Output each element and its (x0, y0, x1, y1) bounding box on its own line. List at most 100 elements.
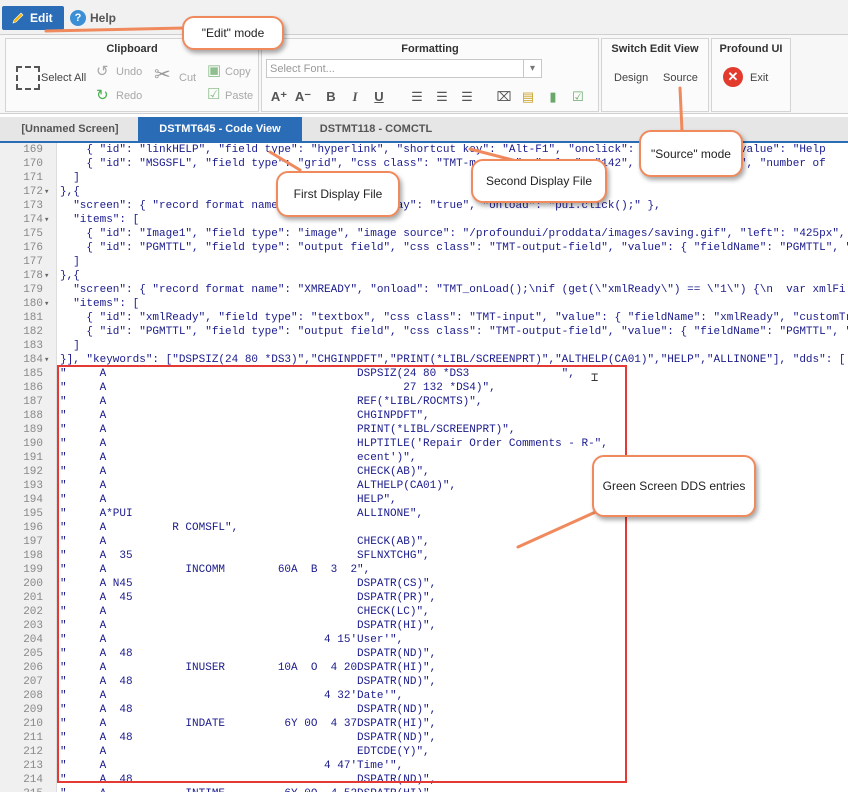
switch-edit-view-group: Switch Edit View Design Source (601, 38, 709, 112)
code-line: 180 ▾ "items": [ (0, 297, 848, 311)
background-color-icon[interactable]: ▮ (544, 89, 562, 105)
code-text: { "id": "PGMTTL", "field type": "output … (60, 242, 848, 254)
line-number: 202 (23, 606, 43, 618)
line-number: 176 (23, 242, 43, 254)
top-menu-bar: Edit ? Help (0, 0, 848, 35)
line-number: 169 (23, 144, 43, 156)
callout-green-screen-dds: Green Screen DDS entries (592, 455, 756, 517)
line-number: 205 (23, 648, 43, 660)
code-line: 181 { "id": "xmlReady", "field type": "t… (0, 311, 848, 325)
callout-first-display-file: First Display File (276, 171, 400, 217)
italic-icon[interactable]: I (346, 89, 364, 105)
cut-button[interactable]: Cut (179, 72, 196, 84)
line-number: 172 (23, 186, 43, 198)
line-number: 173 (23, 200, 43, 212)
bold-icon[interactable]: B (322, 89, 340, 104)
code-line: 173 "screen": { "record format name": "D… (0, 199, 848, 213)
line-number: 179 (23, 284, 43, 296)
design-view-button[interactable]: Design (614, 72, 648, 84)
line-number: 200 (23, 578, 43, 590)
line-number: 186 (23, 382, 43, 394)
line-number: 199 (23, 564, 43, 576)
line-number: 212 (23, 746, 43, 758)
line-number: 196 (23, 522, 43, 534)
clear-format-icon[interactable]: ⌧ (495, 89, 513, 105)
code-text: ] (60, 340, 80, 352)
undo-button[interactable]: Undo (116, 66, 142, 78)
profound-ui-group: Profound UI ✕ Exit (711, 38, 791, 112)
help-menu-tab[interactable]: ? Help (68, 6, 128, 30)
line-number: 197 (23, 536, 43, 548)
line-number: 187 (23, 396, 43, 408)
line-number: 183 (23, 340, 43, 352)
line-number: 203 (23, 620, 43, 632)
dds-highlight-box (57, 365, 627, 783)
text-color-icon[interactable]: ▤ (519, 89, 537, 105)
fold-toggle-icon[interactable]: ▾ (44, 297, 54, 311)
line-number: 191 (23, 452, 43, 464)
paste-button[interactable]: Paste (225, 90, 253, 102)
code-text: },{ (60, 270, 80, 282)
fold-toggle-icon[interactable]: ▾ (44, 269, 54, 283)
align-left-icon[interactable]: ☰ (408, 89, 426, 105)
tab-dstmt645-code-view[interactable]: DSTMT645 - Code View (138, 117, 302, 141)
tab-dstmt118-comctl[interactable]: DSTMT118 - COMCTL (306, 117, 446, 141)
profound-ui-title: Profound UI (719, 43, 783, 55)
code-text: " A INTIME 6Y 0O 4 52DSPATR(HI)", (60, 787, 436, 792)
line-number: 189 (23, 424, 43, 436)
chevron-down-icon[interactable]: ▾ (523, 60, 541, 77)
code-text: { "id": "PGMTTL", "field type": "output … (60, 326, 848, 338)
code-line: 215 " A INTIME 6Y 0O 4 52DSPATR(HI)", (0, 787, 848, 792)
close-icon[interactable]: ✕ (723, 67, 743, 87)
redo-icon: ↻ (96, 87, 109, 104)
code-line: 182 { "id": "PGMTTL", "field type": "out… (0, 325, 848, 339)
line-number: 182 (23, 326, 43, 338)
underline-icon[interactable]: U (370, 89, 388, 104)
source-view-button[interactable]: Source (663, 72, 698, 84)
code-text: { "id": "xmlReady", "field type": "textb… (60, 312, 848, 324)
switch-edit-view-title: Switch Edit View (611, 43, 699, 55)
line-number: 180 (23, 298, 43, 310)
redo-button[interactable]: Redo (116, 90, 142, 102)
select-all-icon[interactable] (16, 66, 40, 90)
line-number: 204 (23, 634, 43, 646)
code-text: "items": [ (60, 298, 140, 310)
select-all-button[interactable]: Select All (41, 72, 86, 84)
tab-unnamed-screen[interactable]: [Unnamed Screen] (10, 117, 130, 141)
line-number: 210 (23, 718, 43, 730)
help-menu-label: Help (90, 11, 117, 25)
line-number: 208 (23, 690, 43, 702)
line-number: 207 (23, 676, 43, 688)
code-line: 174 ▾ "items": [ (0, 213, 848, 227)
code-text: "screen": { "record format name": "XMREA… (60, 284, 846, 296)
line-number: 181 (23, 312, 43, 324)
code-line: 178 ▾ },{ (0, 269, 848, 283)
fold-toggle-icon[interactable]: ▾ (44, 353, 54, 367)
line-number: 195 (23, 508, 43, 520)
copy-button[interactable]: Copy (225, 66, 251, 78)
callout-source-mode: "Source" mode (639, 130, 743, 177)
code-text: },{ (60, 186, 80, 198)
edit-menu-tab[interactable]: Edit (2, 6, 64, 30)
code-line: 176 { "id": "PGMTTL", "field type": "out… (0, 241, 848, 255)
font-select-placeholder: Select Font... (270, 63, 335, 75)
paste-icon: ☑ (207, 86, 221, 103)
exit-button[interactable]: Exit (750, 72, 768, 84)
align-center-icon[interactable]: ☰ (433, 89, 451, 105)
line-number: 178 (23, 270, 43, 282)
code-line: 179 "screen": { "record format name": "X… (0, 283, 848, 297)
checkbox-format-icon[interactable]: ☑ (569, 89, 587, 105)
line-number: 201 (23, 592, 43, 604)
font-select[interactable]: Select Font... ▾ (266, 59, 542, 78)
font-size-increase-icon[interactable]: A⁺ (270, 89, 288, 105)
line-number: 214 (23, 774, 43, 786)
line-number: 198 (23, 550, 43, 562)
formatting-group: Formatting Select Font... ▾ A⁺ A⁻ B I U … (261, 38, 599, 112)
line-number: 185 (23, 368, 43, 380)
fold-toggle-icon[interactable]: ▾ (44, 185, 54, 199)
align-right-icon[interactable]: ☰ (458, 89, 476, 105)
font-size-decrease-icon[interactable]: A⁻ (294, 89, 312, 105)
callout-edit-mode: "Edit" mode (182, 16, 284, 50)
fold-toggle-icon[interactable]: ▾ (44, 213, 54, 227)
code-text: ] (60, 172, 80, 184)
